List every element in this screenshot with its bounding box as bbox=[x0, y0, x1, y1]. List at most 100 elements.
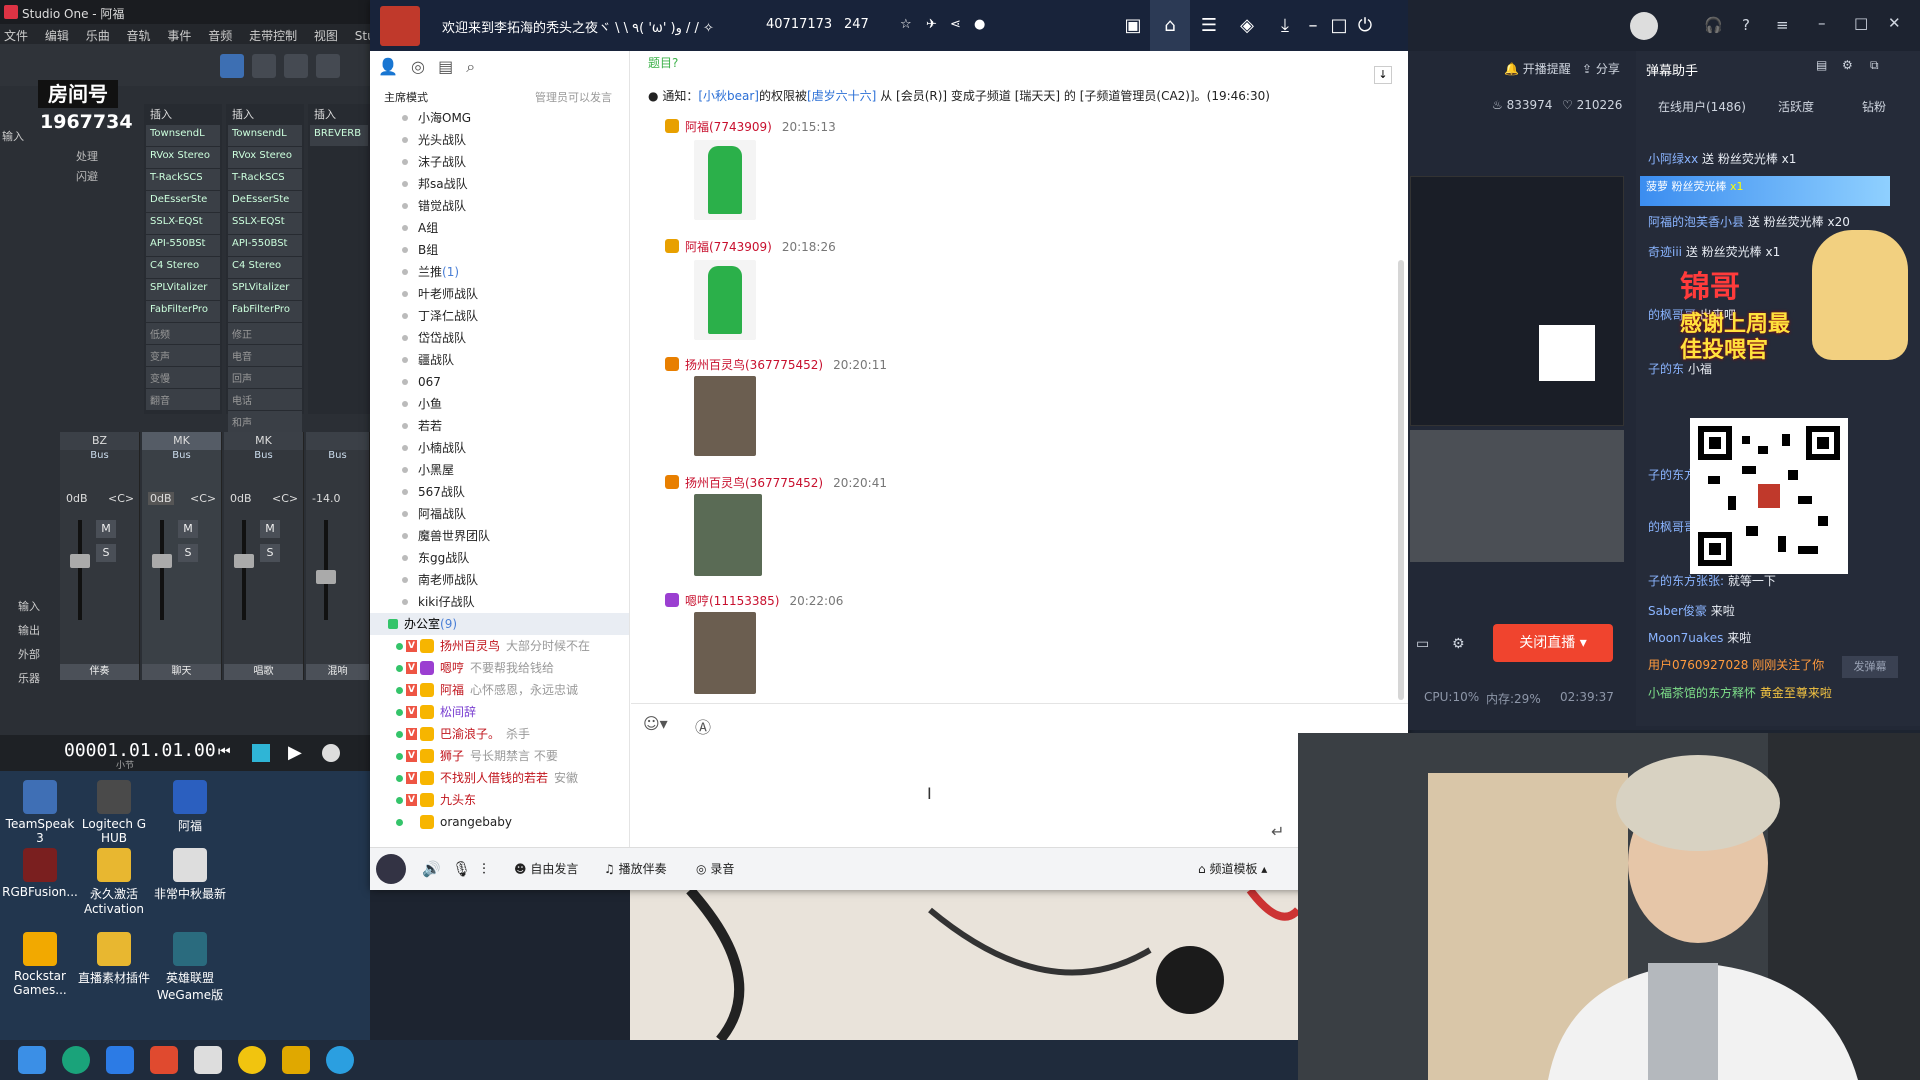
io-label-output[interactable]: 输出 bbox=[18, 622, 40, 638]
insert-slot[interactable]: SSLX-EQSt bbox=[228, 213, 302, 234]
channel-item[interactable]: kiki仔战队 bbox=[370, 591, 629, 613]
transfer-icon[interactable]: ✈ bbox=[926, 17, 937, 32]
office-channel[interactable]: 办公室(9) bbox=[370, 613, 629, 635]
chat-image-photo[interactable] bbox=[694, 376, 756, 456]
danmu-item[interactable]: 小福茶馆的东方释怀 黄金至尊来啦 bbox=[1648, 684, 1832, 701]
danmu-item[interactable]: 子的东方张张: 就等一下 bbox=[1648, 572, 1776, 589]
streamer-avatar[interactable] bbox=[1630, 12, 1658, 40]
insert-slot[interactable]: 和声 bbox=[228, 411, 302, 432]
insert-slot[interactable]: 修正 bbox=[228, 323, 302, 344]
channel-pan[interactable]: <C> bbox=[272, 492, 298, 505]
note-icon[interactable]: ▤ bbox=[1816, 58, 1827, 72]
insert-slot[interactable]: BREVERB bbox=[310, 125, 368, 146]
io-label-instrument[interactable]: 乐器 bbox=[18, 670, 40, 686]
chat-image-green-outfit[interactable] bbox=[694, 260, 756, 340]
channel-item[interactable]: 南老师战队 bbox=[370, 569, 629, 591]
member-row[interactable]: V 狮子 号长期禁言 不要 bbox=[370, 745, 629, 767]
channel-item-lantui[interactable]: 兰推(1) bbox=[370, 261, 629, 283]
stop-icon[interactable] bbox=[252, 744, 270, 762]
scroll-down-icon[interactable]: ↓ bbox=[1374, 66, 1392, 84]
insert-slot[interactable]: 变声 bbox=[146, 345, 220, 366]
enter-icon[interactable]: ↵ bbox=[1271, 822, 1284, 841]
channel-item[interactable]: 光头战队 bbox=[370, 129, 629, 151]
channel-item[interactable]: B组 bbox=[370, 239, 629, 261]
desktop-icon-rockstar[interactable]: Rockstar Games... bbox=[0, 932, 80, 997]
insert-slot[interactable]: FabFilterPro bbox=[228, 301, 302, 322]
insert-slot[interactable]: DeEsserSte bbox=[146, 191, 220, 212]
danmu-item[interactable]: Moon7uakes 来啦 bbox=[1648, 629, 1751, 646]
channel-item[interactable]: 疆战队 bbox=[370, 349, 629, 371]
insert-slot[interactable]: TownsendL bbox=[228, 125, 302, 146]
danmu-item[interactable]: 阿福的泡芙香小县 送 粉丝荧光棒 x20 bbox=[1648, 213, 1850, 230]
play-icon[interactable]: ▶ bbox=[288, 742, 302, 763]
windows-start-icon[interactable] bbox=[18, 1046, 46, 1074]
close-live-button[interactable]: 关闭直播 ▾ bbox=[1493, 624, 1613, 662]
channel-item[interactable]: 沫子战队 bbox=[370, 151, 629, 173]
chat-input-box[interactable]: ☺▾ Ⓐ I ↵ bbox=[631, 703, 1408, 847]
channel-item[interactable]: 小鱼 bbox=[370, 393, 629, 415]
mute-button[interactable]: M bbox=[178, 520, 198, 538]
eraser-tool-icon[interactable] bbox=[316, 54, 340, 78]
channel-item[interactable]: 邦sa战队 bbox=[370, 173, 629, 195]
obs-icon[interactable] bbox=[238, 1046, 266, 1074]
member-row[interactable]: V 巴渝浪子。 杀手 bbox=[370, 723, 629, 745]
shield-icon[interactable]: ● bbox=[974, 17, 985, 32]
favorite-icon[interactable]: ☆ bbox=[900, 17, 912, 32]
menu-list-icon[interactable]: ☰ bbox=[1194, 12, 1224, 40]
microphone-icon[interactable]: 🎙 bbox=[452, 860, 471, 878]
home-icon[interactable]: ⌂ bbox=[1150, 0, 1190, 51]
channel-pan[interactable]: <C> bbox=[190, 492, 216, 505]
record-button[interactable]: ◎ 录音 bbox=[696, 860, 734, 877]
insert-slot[interactable]: TownsendL bbox=[146, 125, 220, 146]
diamond-fan-tab[interactable]: 钻粉 bbox=[1862, 98, 1886, 115]
insert-slot[interactable]: RVox Stereo bbox=[146, 147, 220, 168]
edge-browser-icon[interactable] bbox=[62, 1046, 90, 1074]
menu-edit[interactable]: 编辑 bbox=[45, 29, 69, 43]
insert-slot[interactable]: API-550BSt bbox=[228, 235, 302, 256]
menu-file[interactable]: 文件 bbox=[4, 29, 28, 43]
channel-item[interactable]: 东gg战队 bbox=[370, 547, 629, 569]
camera-icon[interactable]: ▭ bbox=[1416, 636, 1429, 652]
close-icon[interactable]: ✕ bbox=[1888, 14, 1901, 32]
live-remind-button[interactable]: 🔔 开播提醒 bbox=[1504, 60, 1571, 77]
steam-icon[interactable] bbox=[194, 1046, 222, 1074]
insert-slot[interactable]: SSLX-EQSt bbox=[146, 213, 220, 234]
online-users-tab[interactable]: 在线用户(1486) bbox=[1658, 98, 1746, 115]
channel-item[interactable]: A组 bbox=[370, 217, 629, 239]
channel-item[interactable]: 错觉战队 bbox=[370, 195, 629, 217]
desktop-icon-teamspeak[interactable]: TeamSpeak 3 bbox=[0, 780, 80, 845]
insert-slot[interactable]: T-RackSCS bbox=[146, 169, 220, 190]
desktop-icon-logitech[interactable]: Logitech G HUB bbox=[74, 780, 154, 845]
share-button[interactable]: ⇪ 分享 bbox=[1582, 60, 1620, 77]
chat-image-photo[interactable] bbox=[694, 612, 756, 694]
arrow-tool-icon[interactable] bbox=[220, 54, 244, 78]
insert-slot[interactable]: SPLVitalizer bbox=[146, 279, 220, 300]
app-icon[interactable] bbox=[150, 1046, 178, 1074]
member-row[interactable]: V 九头东 bbox=[370, 789, 629, 811]
channel-item[interactable]: 小海OMG bbox=[370, 107, 629, 129]
book-icon[interactable]: ▤ bbox=[438, 57, 453, 76]
member-row[interactable]: V 嗯哼 不要帮我给钱给 bbox=[370, 657, 629, 679]
pencil-tool-icon[interactable] bbox=[284, 54, 308, 78]
free-speak-button[interactable]: ☻ 自由发言 bbox=[514, 860, 578, 877]
member-row[interactable]: V 不找别人借钱的若若 安徽 bbox=[370, 767, 629, 789]
menu-song[interactable]: 乐曲 bbox=[86, 29, 110, 43]
channel-item[interactable]: 阿福战队 bbox=[370, 503, 629, 525]
insert-slot[interactable]: API-550BSt bbox=[146, 235, 220, 256]
insert-slot[interactable]: C4 Stereo bbox=[228, 257, 302, 278]
member-row[interactable]: V 扬州百灵鸟 大部分时候不在 bbox=[370, 635, 629, 657]
desktop-icon-afu[interactable]: 阿福 bbox=[150, 780, 230, 834]
insert-slot[interactable]: 回声 bbox=[228, 367, 302, 388]
channel-template-button[interactable]: ⌂ 频道模板 ▴ bbox=[1198, 860, 1267, 877]
channel-item[interactable]: 丁泽仁战队 bbox=[370, 305, 629, 327]
solo-button[interactable]: S bbox=[178, 544, 198, 562]
insert-slot[interactable]: 电话 bbox=[228, 389, 302, 410]
io-label-input[interactable]: 输入 bbox=[18, 598, 40, 614]
channel-item[interactable]: 岱岱战队 bbox=[370, 327, 629, 349]
popout-icon[interactable]: ⧉ bbox=[1870, 58, 1879, 73]
desktop-icon-activation[interactable]: 永久激活 Activation bbox=[74, 848, 154, 916]
minimize-icon[interactable]: – bbox=[1818, 14, 1826, 32]
channel-bus[interactable]: Bus bbox=[224, 450, 303, 466]
mute-button[interactable]: M bbox=[96, 520, 116, 538]
channel-item[interactable]: 567战队 bbox=[370, 481, 629, 503]
